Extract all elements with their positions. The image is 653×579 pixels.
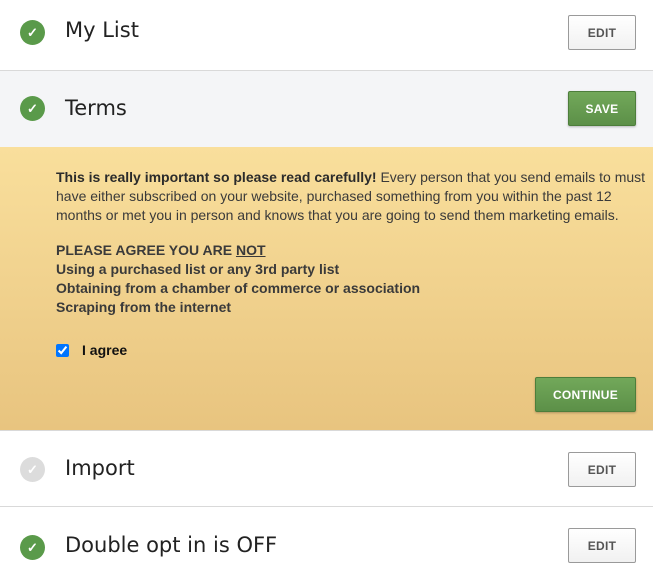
check-icon: ✓ — [20, 535, 45, 560]
check-icon: ✓ — [20, 457, 45, 482]
step-terms: ✓ Terms SAVE — [0, 71, 653, 147]
agree-item: Obtaining from a chamber of commerce or … — [56, 280, 421, 296]
agree-heading: PLEASE AGREE YOU ARE NOT — [56, 242, 266, 258]
step-title: My List — [65, 18, 139, 42]
edit-button[interactable]: EDIT — [568, 452, 636, 487]
check-icon: ✓ — [20, 96, 45, 121]
continue-button[interactable]: CONTINUE — [535, 377, 636, 412]
step-my-list: ✓ My List EDIT — [0, 0, 653, 71]
step-title: Import — [65, 456, 135, 480]
save-button[interactable]: SAVE — [568, 91, 636, 126]
step-title: Double opt in is OFF — [65, 533, 278, 557]
agree-checkbox-label[interactable]: I agree — [82, 342, 127, 358]
agree-requirements: PLEASE AGREE YOU ARE NOT Using a purchas… — [56, 241, 420, 317]
agree-checkbox[interactable] — [56, 343, 69, 357]
terms-intro-bold: This is really important so please read … — [56, 169, 377, 185]
terms-panel: This is really important so please read … — [0, 147, 653, 431]
agree-item: Scraping from the internet — [56, 299, 232, 315]
terms-intro: This is really important so please read … — [56, 168, 648, 225]
agree-heading-not: NOT — [235, 242, 266, 258]
edit-button[interactable]: EDIT — [568, 15, 636, 50]
step-double-opt-in: ✓ Double opt in is OFF EDIT — [0, 507, 653, 579]
agree-checkbox-row[interactable]: I agree — [56, 342, 127, 358]
agree-item: Using a purchased list or any 3rd party … — [56, 261, 340, 277]
step-title: Terms — [65, 96, 127, 120]
check-icon: ✓ — [20, 20, 45, 45]
step-import: ✓ Import EDIT — [0, 431, 653, 507]
edit-button[interactable]: EDIT — [568, 528, 636, 563]
